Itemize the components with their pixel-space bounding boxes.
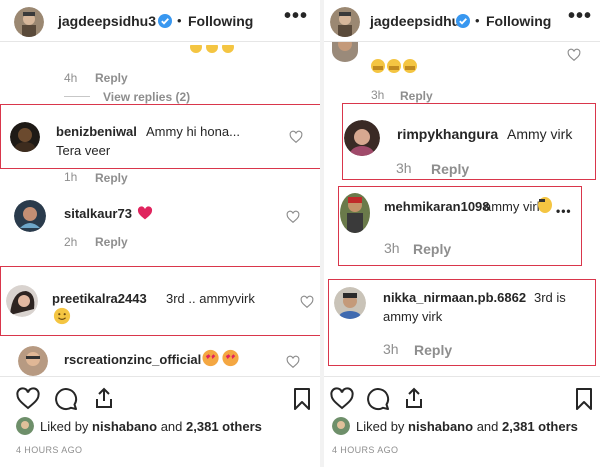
header-separator: • xyxy=(177,13,182,28)
likes-and: and xyxy=(476,419,499,434)
post-header: jagdeepsidhu3 • Following ••• xyxy=(0,0,320,42)
highlight-box xyxy=(0,266,320,336)
comment-text-line2: Tera veer xyxy=(56,143,111,158)
liker-username[interactable]: nishabano xyxy=(92,419,157,434)
header-username[interactable]: jagdeepsidhu3 xyxy=(370,13,468,29)
comment-username[interactable]: rimpykhangura xyxy=(397,126,498,142)
view-replies-link[interactable]: View replies (2) xyxy=(103,90,190,104)
post-actions-bar: Liked by nishabano and 2,381 others 4 HO… xyxy=(324,376,600,466)
share-icon[interactable] xyxy=(402,386,426,410)
reply-link[interactable]: Reply xyxy=(413,241,451,257)
thinking-emoji-icon xyxy=(538,197,552,213)
heart-eyes-emoji-icon xyxy=(202,349,239,367)
comment-text: ammy virk xyxy=(484,199,544,214)
reply-link[interactable]: Reply xyxy=(95,235,128,249)
post-timestamp: 4 HOURS AGO xyxy=(332,445,399,455)
comment-time: 2h xyxy=(64,235,78,249)
header-separator: • xyxy=(475,13,480,28)
comment-username[interactable]: benizbeniwal xyxy=(56,124,137,139)
comment-time: 3h xyxy=(396,160,412,176)
liker-avatar[interactable] xyxy=(16,417,34,435)
liker-username[interactable]: nishabano xyxy=(408,419,473,434)
commenter-avatar[interactable] xyxy=(334,287,366,319)
comment-username[interactable]: mehmikaran1098 xyxy=(384,199,490,214)
commenter-avatar[interactable] xyxy=(340,193,370,233)
like-icon[interactable] xyxy=(16,387,40,411)
post-header: jagdeepsidhu3 • Following ••• xyxy=(324,0,600,42)
likes-count[interactable]: 2,381 others xyxy=(186,419,262,434)
post-actions-bar: Liked by nishabano and 2,381 others 4 HO… xyxy=(0,376,320,466)
following-button[interactable]: Following xyxy=(188,13,253,29)
commenter-avatar[interactable] xyxy=(18,346,48,376)
commenter-avatar[interactable] xyxy=(332,40,358,62)
likes-summary: Liked by nishabano and 2,381 others xyxy=(16,417,316,435)
smiley-emoji-icon xyxy=(53,307,71,325)
left-post-panel: jagdeepsidhu3 • Following ••• 4h Reply V… xyxy=(0,0,320,467)
save-bookmark-icon[interactable] xyxy=(292,387,312,411)
comment-more-icon[interactable]: ••• xyxy=(556,204,572,218)
likes-count[interactable]: 2,381 others xyxy=(502,419,578,434)
comment-username[interactable]: rscreationzinc_official xyxy=(64,352,201,367)
comment-icon[interactable] xyxy=(54,387,78,411)
more-options-icon[interactable]: ••• xyxy=(284,6,308,26)
likes-prefix: Liked by xyxy=(356,419,405,434)
share-icon[interactable] xyxy=(92,386,116,410)
save-bookmark-icon[interactable] xyxy=(574,387,594,411)
verified-badge-icon xyxy=(158,14,172,28)
post-timestamp: 4 HOURS AGO xyxy=(16,445,83,455)
liker-avatar[interactable] xyxy=(332,417,350,435)
like-heart-icon[interactable] xyxy=(286,210,300,224)
commenter-avatar[interactable] xyxy=(10,122,40,152)
partial-comment-emojis xyxy=(370,58,420,79)
likes-prefix: Liked by xyxy=(40,419,89,434)
right-post-panel: jagdeepsidhu3 • Following ••• 3h Reply r… xyxy=(324,0,600,467)
comment-icon[interactable] xyxy=(366,387,390,411)
commenter-avatar[interactable] xyxy=(6,285,38,317)
comment-time: 4h xyxy=(64,71,78,85)
header-username[interactable]: jagdeepsidhu3 xyxy=(58,13,156,29)
like-heart-icon[interactable] xyxy=(289,130,303,144)
reply-link[interactable]: Reply xyxy=(95,171,128,185)
profile-avatar[interactable] xyxy=(14,7,44,37)
comment-text: 3rd is xyxy=(534,290,566,305)
comment-text: Ammy virk xyxy=(507,126,573,142)
following-button[interactable]: Following xyxy=(486,13,551,29)
comment-username[interactable]: nikka_nirmaan.pb.6862 xyxy=(383,290,526,305)
comment-text: 3rd .. ammyvirk xyxy=(166,291,255,306)
like-heart-icon[interactable] xyxy=(567,48,581,62)
replies-divider xyxy=(64,96,90,97)
profile-avatar[interactable] xyxy=(330,7,360,37)
red-heart-emoji-icon xyxy=(137,206,153,220)
comment-time: 3h xyxy=(383,341,399,357)
more-options-icon[interactable]: ••• xyxy=(568,6,592,26)
partial-comment-emojis xyxy=(190,41,238,60)
reply-link[interactable]: Reply xyxy=(95,71,128,85)
like-heart-icon[interactable] xyxy=(286,355,300,369)
comment-time: 3h xyxy=(384,240,400,256)
commenter-avatar[interactable] xyxy=(344,120,380,156)
comment-time: 3h xyxy=(371,88,385,102)
verified-badge-icon xyxy=(456,14,470,28)
comment-text: Ammy hi hona... xyxy=(146,124,240,139)
comment-username[interactable]: preetikalra2443 xyxy=(52,291,147,306)
comment-time: 1h xyxy=(64,170,78,184)
like-heart-icon[interactable] xyxy=(300,295,314,309)
like-icon[interactable] xyxy=(330,387,354,411)
comment-text-line2: ammy virk xyxy=(383,309,443,324)
comment-username[interactable]: sitalkaur73 xyxy=(64,206,132,221)
reply-link[interactable]: Reply xyxy=(414,342,452,358)
commenter-avatar[interactable] xyxy=(14,200,46,232)
reply-link[interactable]: Reply xyxy=(400,89,433,103)
likes-summary: Liked by nishabano and 2,381 others xyxy=(332,417,600,435)
reply-link[interactable]: Reply xyxy=(431,161,469,177)
likes-and: and xyxy=(160,419,183,434)
